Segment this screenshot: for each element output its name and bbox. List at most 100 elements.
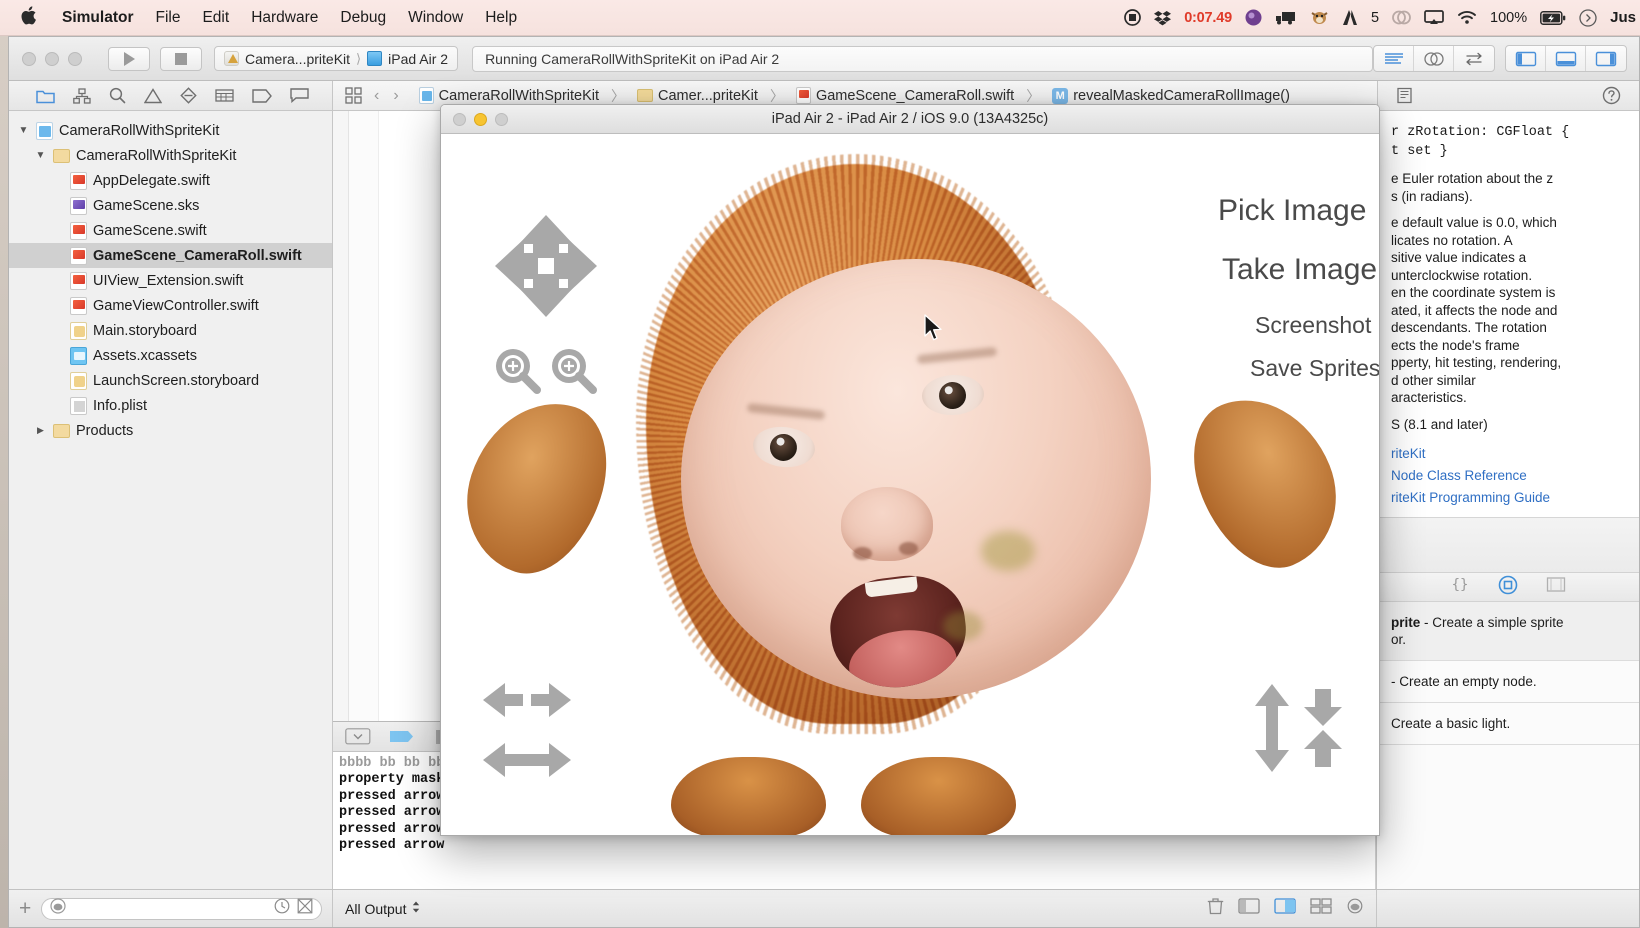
spotlight-icon[interactable] [1579,8,1597,27]
issue-navigator-icon[interactable] [144,87,162,104]
forward-button[interactable]: › [393,87,398,105]
stop-button[interactable] [160,46,202,71]
library-item[interactable]: - Create an empty node. [1377,661,1639,703]
library-item[interactable]: Create a basic light. [1377,703,1639,745]
link-spritekit-programming-guide[interactable]: riteKit Programming Guide [1391,487,1625,509]
vertical-flip-gizmo[interactable] [1251,684,1293,777]
menu-item-debug[interactable]: Debug [329,9,397,27]
menu-item-window[interactable]: Window [397,9,474,27]
filter-console-icon[interactable] [1346,898,1364,919]
alfred-icon[interactable] [1245,9,1262,26]
zoom-button[interactable] [68,51,82,66]
breadcrumb-file[interactable]: GameScene_CameraRoll.swift [795,87,1014,104]
scale-horizontal-gizmo[interactable] [483,739,571,786]
tree-row[interactable]: . Assets.xcassets [9,343,332,368]
symbol-navigator-icon[interactable] [73,87,91,104]
test-navigator-icon[interactable] [180,87,197,104]
report-navigator-icon[interactable] [290,88,309,103]
recent-files-filter-icon[interactable] [274,898,290,919]
editor-gutter-breakpoints[interactable] [333,111,349,721]
output-filter-popup[interactable]: All Output [345,900,421,917]
qh-line-frame-link[interactable]: ects the node's frame [1391,338,1520,353]
dropbox-icon[interactable] [1154,10,1172,26]
disclosure-triangle[interactable]: ▶ [34,425,47,436]
utilities-inspector[interactable]: r zRotation: CGFloat { t set } e Euler r… [1377,111,1639,889]
zoom-in-gizmo[interactable] [493,346,541,399]
scale-in-gizmo[interactable] [483,679,571,726]
split-console-icon[interactable] [1310,898,1332,919]
tree-row[interactable]: . UIView_Extension.swift [9,268,332,293]
tree-row[interactable]: . LaunchScreen.storyboard [9,368,332,393]
flag-button[interactable] [389,729,415,744]
tree-row[interactable]: . AppDelegate.swift [9,168,332,193]
breadcrumb-project[interactable]: CameraRollWithSpriteKit [418,87,599,104]
add-file-button[interactable]: + [19,898,31,919]
pick-image-button[interactable]: Pick Image [1218,194,1366,228]
bulldog-icon[interactable] [1310,9,1329,26]
battery-icon[interactable] [1540,10,1566,25]
menu-item-hardware[interactable]: Hardware [240,9,329,27]
move-gizmo[interactable] [491,211,601,326]
user-menu-label[interactable]: Jus [1610,9,1636,26]
help-circle-icon[interactable] [1602,86,1621,105]
tree-row[interactable]: . GameScene.sks [9,193,332,218]
debug-navigator-icon[interactable] [215,88,234,103]
screenflow-icon[interactable] [1124,9,1142,26]
breakpoint-navigator-icon[interactable] [252,88,272,103]
tree-row[interactable]: . GameViewController.swift [9,293,332,318]
apple-menu-icon[interactable] [20,5,37,30]
link-sknode-class-reference[interactable]: Node Class Reference [1391,465,1625,487]
masked-camera-roll-image[interactable] [681,259,1151,699]
breadcrumb-method[interactable]: M revealMaskedCameraRollImage() [1052,87,1290,104]
truck-icon[interactable] [1275,10,1297,25]
object-library-icon[interactable] [1498,575,1518,600]
link-spritekit[interactable]: riteKit [1391,443,1625,465]
debug-area-toggle-button[interactable] [1546,46,1586,71]
editor-gutter-folding[interactable] [379,111,401,721]
find-navigator-icon[interactable] [109,87,126,104]
simulator-title-bar[interactable]: iPad Air 2 - iPad Air 2 / iOS 9.0 (13A43… [441,105,1379,134]
breadcrumb-group[interactable]: Camer...priteKit [637,88,758,104]
tree-row-selected[interactable]: . GameScene_CameraRoll.swift [9,243,332,268]
project-navigator[interactable]: ▼ CameraRollWithSpriteKit ▼ CameraRollWi… [9,111,333,889]
menu-item-file[interactable]: File [144,9,191,27]
adobe-icon[interactable] [1342,9,1358,26]
wifi-icon[interactable] [1457,10,1477,25]
take-image-button[interactable]: Take Image [1222,253,1377,287]
simulator-screen[interactable]: Pick Image Take Image Screenshot Save Sp… [441,134,1379,835]
disclosure-triangle[interactable]: ▼ [34,150,47,161]
tree-row[interactable]: ▶ Products [9,418,332,443]
file-template-library-icon[interactable]: {} [1450,576,1470,598]
menu-item-help[interactable]: Help [474,9,528,27]
project-navigator-icon[interactable] [36,88,55,104]
save-sprites-button[interactable]: Save Sprites [1250,355,1379,382]
activity-status-view[interactable]: Running CameraRollWithSpriteKit on iPad … [472,45,1373,72]
quick-help-inspector-icon[interactable] [1396,87,1413,104]
screenshot-button[interactable]: Screenshot [1255,312,1371,339]
disclosure-triangle[interactable]: ▼ [17,125,30,136]
menu-item-simulator[interactable]: Simulator [51,9,144,27]
scale-down-gizmo[interactable] [1299,684,1347,777]
utilities-toggle-button[interactable] [1586,46,1626,71]
tree-row[interactable]: ▼ CameraRollWithSpriteKit [9,118,332,143]
navigator-filter-field[interactable] [41,897,322,920]
tree-row[interactable]: . Main.storyboard [9,318,332,343]
tree-row[interactable]: ▼ CameraRollWithSpriteKit [9,143,332,168]
show-variables-view-icon[interactable] [1238,898,1260,919]
close-button[interactable] [22,51,36,66]
menu-item-edit[interactable]: Edit [191,9,240,27]
minimize-button[interactable] [45,51,59,66]
back-button[interactable]: ‹ [374,87,379,105]
ios-simulator-window[interactable]: iPad Air 2 - iPad Air 2 / iOS 9.0 (13A43… [440,104,1380,836]
standard-editor-button[interactable] [1374,46,1414,71]
run-button[interactable] [108,46,150,71]
zoom-out-gizmo[interactable] [549,346,597,399]
clear-console-icon[interactable] [1207,897,1224,920]
assistant-editor-button[interactable] [1414,46,1454,71]
version-editor-button[interactable] [1454,46,1494,71]
navigator-toggle-button[interactable] [1506,46,1546,71]
source-control-filter-icon[interactable] [297,898,313,919]
filter-dropdown-button[interactable] [345,728,371,745]
library-item[interactable]: prite - Create a simple sprite or. [1377,602,1639,661]
media-library-icon[interactable] [1546,576,1566,598]
